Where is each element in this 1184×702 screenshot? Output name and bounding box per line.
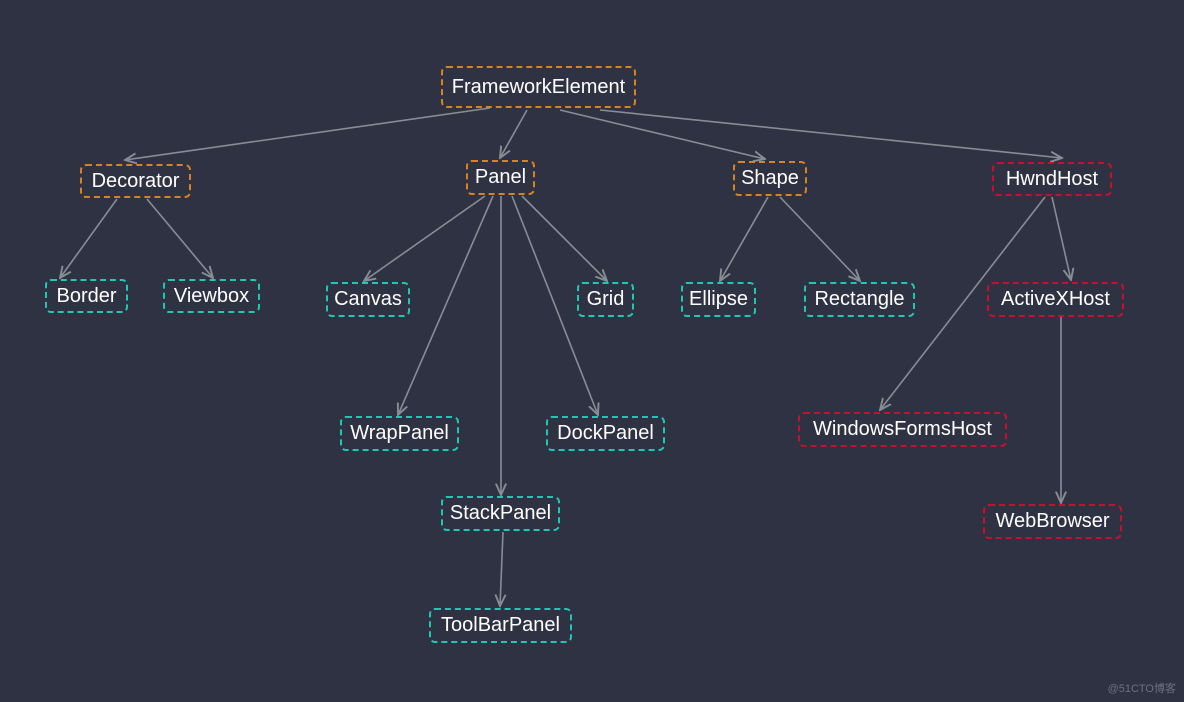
edge-hwndhost-to-activexhost bbox=[1051, 196, 1071, 280]
node-viewbox: Viewbox bbox=[163, 279, 260, 313]
edge-shape-to-ellipse bbox=[720, 196, 769, 281]
edge-panel-to-grid bbox=[521, 195, 607, 281]
node-webbrowser: WebBrowser bbox=[983, 504, 1122, 539]
watermark: @51CTO博客 bbox=[1107, 683, 1176, 695]
node-grid: Grid bbox=[577, 282, 634, 317]
node-hwndhost: HwndHost bbox=[992, 162, 1112, 196]
node-panel: Panel bbox=[466, 160, 535, 195]
node-rectangle: Rectangle bbox=[804, 282, 915, 317]
node-dockpanel: DockPanel bbox=[546, 416, 665, 451]
node-border: Border bbox=[45, 279, 128, 313]
edge-decorator-to-viewbox bbox=[146, 198, 213, 278]
edge-shape-to-rectangle bbox=[779, 196, 860, 281]
node-wrappanel: WrapPanel bbox=[340, 416, 459, 451]
edge-frameworkelement-to-panel bbox=[500, 109, 528, 158]
node-ellipse: Ellipse bbox=[681, 282, 756, 317]
edge-frameworkelement-to-decorator bbox=[125, 107, 491, 160]
edge-stackpanel-to-toolbarpanel bbox=[500, 531, 503, 606]
edge-panel-to-canvas bbox=[364, 195, 486, 281]
node-activexhost: ActiveXHost bbox=[987, 282, 1124, 317]
node-canvas: Canvas bbox=[326, 282, 410, 317]
edge-frameworkelement-to-hwndhost bbox=[599, 109, 1062, 158]
node-shape: Shape bbox=[733, 161, 807, 196]
node-frameworkelement: FrameworkElement bbox=[441, 66, 636, 108]
edge-decorator-to-border bbox=[60, 198, 118, 278]
node-stackpanel: StackPanel bbox=[441, 496, 560, 531]
node-toolbarpanel: ToolBarPanel bbox=[429, 608, 572, 643]
node-windowsformshost: WindowsFormsHost bbox=[798, 412, 1007, 447]
node-decorator: Decorator bbox=[80, 164, 191, 198]
edge-panel-to-wrappanel bbox=[398, 195, 494, 415]
edge-frameworkelement-to-shape bbox=[559, 109, 765, 159]
